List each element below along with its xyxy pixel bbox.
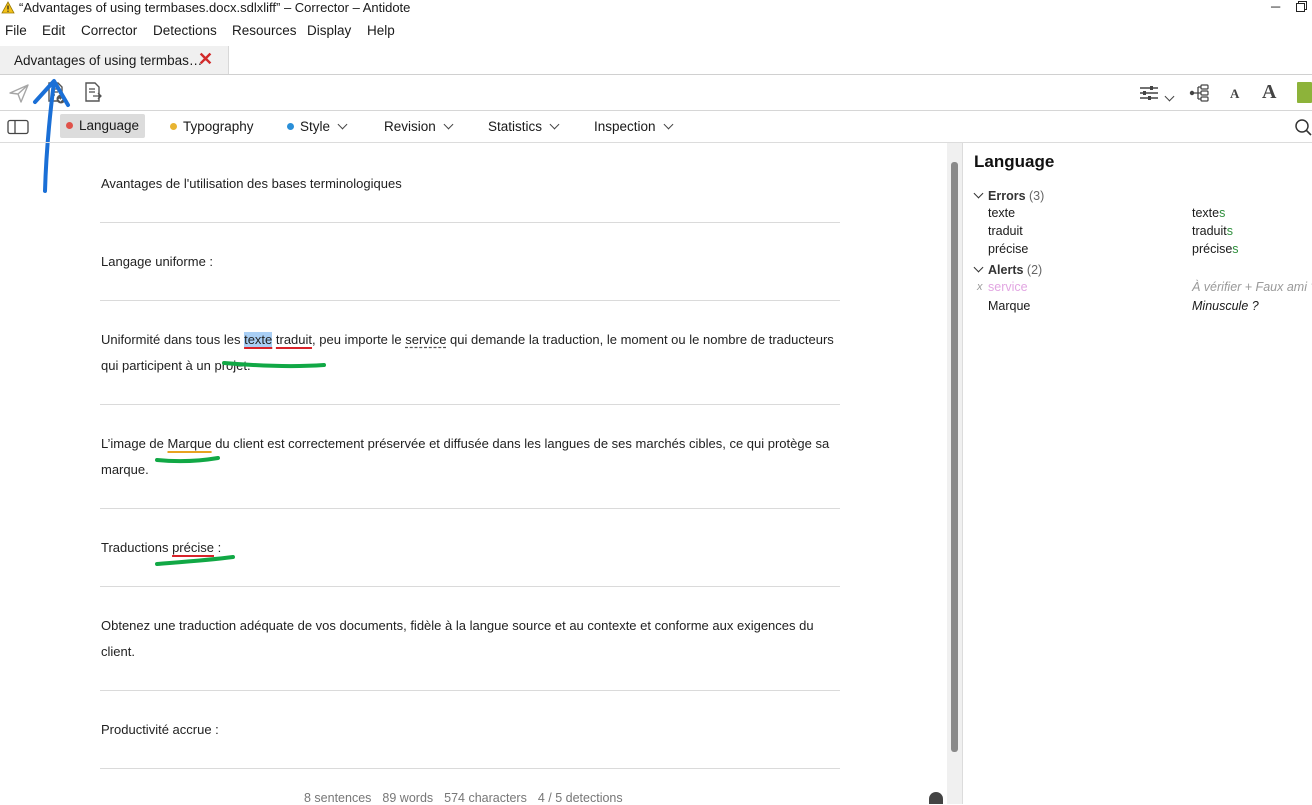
detections-panel: Language Errors (3) texte textes traduit… [963,143,1312,804]
detection-count: 4 / 5 detections [537,791,623,805]
alert-row[interactable]: x service À vérifier + Faux ami ? [977,280,1312,298]
tab-typography[interactable]: Typography [170,117,254,139]
correction-base: traduit [1192,224,1227,238]
chevron-down-icon [337,119,348,130]
error-row[interactable]: précise précises [988,242,1312,260]
tab-statistics[interactable]: Statistics [488,117,560,139]
annotation-underline [222,361,326,369]
alerts-label: Alerts [988,263,1024,277]
annotation-underline [155,555,235,566]
tab-language-label: Language [79,118,140,133]
alert-note: À vérifier + Faux ami ? [1192,280,1312,294]
settings-dropdown-chevron-icon[interactable] [1164,90,1175,108]
ignored-x-icon[interactable]: x [977,281,983,293]
warning-icon [1,1,15,14]
title-bar: “Advantages of using termbases.docx.sdlx… [0,0,1312,16]
correction: textes [1192,206,1225,220]
tab-revision-label: Revision [384,119,436,134]
sidebar-toggle-icon[interactable] [7,119,29,135]
errors-count: (3) [1029,189,1045,203]
tab-style-label: Style [300,119,331,134]
chevron-down-icon [549,119,560,130]
sentence-count: 8 sentences [304,791,372,805]
correction: précises [1192,242,1239,256]
font-increase-icon[interactable]: A [1262,81,1276,104]
document-area[interactable]: Avantages de l'utilisation des bases ter… [0,143,947,804]
error-word: texte [988,206,1016,220]
style-dot-icon [287,123,294,130]
menu-resources[interactable]: Resources [232,23,297,38]
tab-language[interactable]: Language [60,114,145,138]
error-word: précise [988,242,1029,256]
menu-detections[interactable]: Detections [153,23,217,38]
alerts-group-header[interactable]: Alerts (2) [973,262,1043,277]
tab-label: Advantages of using termbas… [14,53,203,68]
tab-style[interactable]: Style [287,117,348,139]
correction-base: précise [1192,242,1233,256]
tab-revision[interactable]: Revision [384,117,454,139]
chevron-down-icon [973,262,984,273]
search-icon[interactable] [1294,118,1312,136]
language-dot-icon [66,122,73,129]
errors-group-header[interactable]: Errors (3) [973,188,1045,203]
document-tab[interactable]: Advantages of using termbas… ✕ [0,46,229,74]
scrollbar-thumb[interactable] [951,162,958,752]
tree-view-icon[interactable] [1187,81,1211,105]
document-list-icon[interactable] [81,81,105,105]
alert-note: Minuscule ? [1192,299,1259,313]
filter-bar: Language Typography Style Revision Stati… [0,111,1312,143]
menu-edit[interactable]: Edit [42,23,65,38]
correction: traduits [1192,224,1233,238]
settings-sliders-icon[interactable] [1137,81,1161,105]
tab-inspection-label: Inspection [594,119,656,134]
chevron-down-icon [973,188,984,199]
minimize-icon[interactable]: ─ [1271,0,1280,14]
panel-title: Language [974,152,1055,171]
menu-bar: File Edit Corrector Detections Resources… [0,20,1312,44]
menu-corrector[interactable]: Corrector [81,23,137,38]
close-tab-icon[interactable]: ✕ [198,50,213,68]
menu-file[interactable]: File [5,23,27,38]
comment-bubble-icon[interactable] [929,792,943,804]
toolbar: A A [0,75,1312,193]
correction-added-letter: s [1226,224,1233,238]
annotation-underline [155,456,220,464]
alert-word: service [988,280,1028,294]
chevron-down-icon [663,119,673,130]
maximize-icon[interactable] [1296,1,1307,12]
menu-help[interactable]: Help [367,23,395,38]
correction-base: texte [1192,206,1220,220]
correction-added-letter: s [1232,242,1239,256]
window-title: “Advantages of using termbases.docx.sdlx… [19,0,411,15]
annotation-strokes [155,361,326,566]
alert-row[interactable]: Marque Minuscule ? [988,299,1312,317]
word-count: 89 words [382,791,434,805]
tab-inspection[interactable]: Inspection [594,117,673,139]
error-row[interactable]: texte textes [988,206,1312,224]
chevron-down-icon [443,119,454,130]
typography-dot-icon [170,123,177,130]
tab-statistics-label: Statistics [488,119,543,134]
font-decrease-icon[interactable]: A [1230,86,1239,102]
bookmark-icon[interactable] [1297,82,1312,103]
character-count: 574 characters [444,791,527,805]
tab-typography-label: Typography [183,119,254,134]
correction-added-letter: s [1219,206,1226,220]
menu-display[interactable]: Display [307,23,351,38]
alerts-count: (2) [1026,263,1043,277]
status-bar: 8 sentences 89 words 574 characters 4 / 5 d… [304,791,634,805]
error-word: traduit [988,224,1023,238]
alert-word: Marque [988,299,1031,313]
errors-label: Errors [988,189,1026,203]
error-row[interactable]: traduit traduits [988,224,1312,242]
